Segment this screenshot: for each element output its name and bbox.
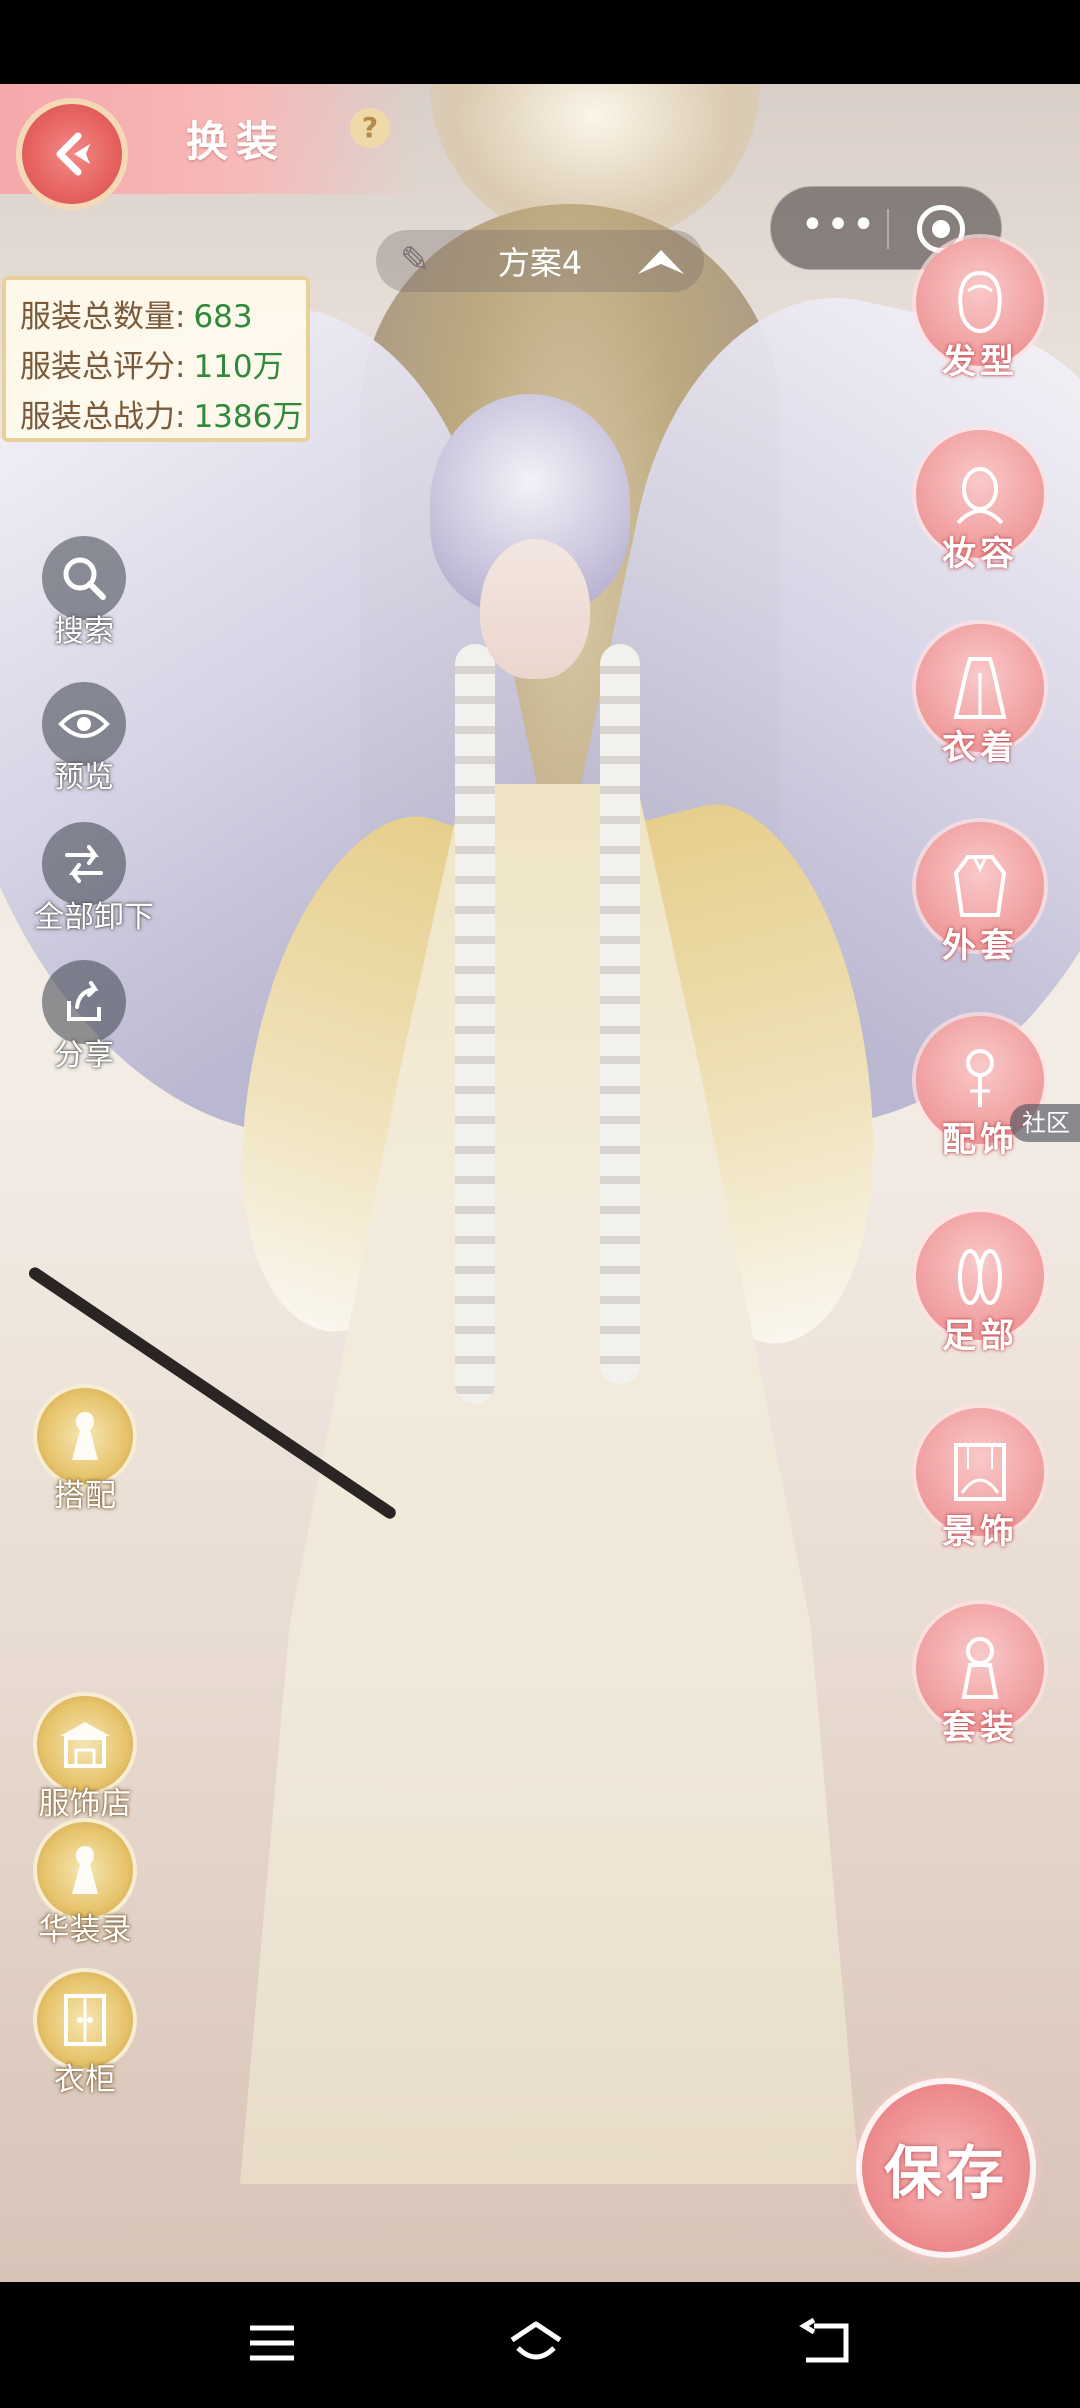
stat-label: 服装总评分: <box>20 349 186 385</box>
search-label: 搜索 <box>54 614 114 649</box>
edit-scheme-icon[interactable]: ✎ <box>390 236 440 286</box>
share-button[interactable]: 分享 <box>34 960 134 1074</box>
outfit-match-label: 搭配 <box>54 1478 116 1514</box>
scheme-label: 方案4 <box>497 244 583 282</box>
left-braid <box>455 644 495 1404</box>
character-face <box>480 539 590 679</box>
chevron-up-icon[interactable] <box>634 244 688 278</box>
back-button[interactable] <box>16 98 128 210</box>
status-bar <box>0 0 1080 84</box>
unequip-all-label: 全部卸下 <box>34 900 154 935</box>
collection-book-button[interactable]: 华装录 <box>30 1818 140 1949</box>
back-icon[interactable] <box>796 2316 856 2370</box>
stat-value: 1386万 <box>193 399 304 435</box>
stat-value: 683 <box>193 299 253 335</box>
right-braid <box>600 644 640 1384</box>
outfit-match-button[interactable]: 搭配 <box>30 1384 140 1515</box>
category-scenery[interactable]: 景饰 <box>910 1408 1050 1558</box>
stat-row-score: 服装总评分: 110万 <box>20 342 306 392</box>
preview-label: 预览 <box>54 760 114 795</box>
category-coat[interactable]: 外套 <box>910 822 1050 972</box>
preview-button[interactable]: 预览 <box>34 682 134 796</box>
menu-icon[interactable] <box>242 2316 302 2370</box>
community-button[interactable]: 社区 <box>1010 1104 1080 1142</box>
category-label: 套装 <box>942 1708 1018 1748</box>
stat-label: 服装总数量: <box>20 299 186 335</box>
shop-button[interactable]: 服饰店 <box>30 1692 140 1823</box>
category-label: 妆容 <box>942 534 1018 574</box>
save-label: 保存 <box>883 2139 1008 2207</box>
shop-label: 服饰店 <box>38 1786 132 1822</box>
category-label: 外套 <box>942 926 1018 966</box>
wardrobe-button[interactable]: 衣柜 <box>30 1968 140 2099</box>
search-button[interactable]: 搜索 <box>34 536 134 650</box>
category-accessory[interactable]: 配饰 <box>910 1016 1050 1166</box>
category-label: 景饰 <box>942 1512 1018 1552</box>
stat-value: 110万 <box>193 349 284 385</box>
page-title: 换装 <box>186 117 287 166</box>
home-icon[interactable] <box>506 2316 566 2370</box>
back-arrow-icon <box>56 132 90 176</box>
help-icon[interactable]: ? <box>350 108 390 148</box>
capsule-divider <box>887 209 889 249</box>
save-button[interactable]: 保存 <box>856 2078 1036 2258</box>
category-makeup[interactable]: 妆容 <box>910 430 1050 580</box>
outfit-stats-panel: 服装总数量: 683 服装总评分: 110万 服装总战力: 1386万 <box>2 276 310 442</box>
share-label: 分享 <box>54 1038 114 1073</box>
category-label: 发型 <box>942 342 1018 382</box>
collection-book-label: 华装录 <box>38 1912 132 1948</box>
category-shoes[interactable]: 足部 <box>910 1212 1050 1362</box>
wardrobe-label: 衣柜 <box>54 2062 116 2098</box>
category-suit[interactable]: 套装 <box>910 1604 1050 1754</box>
category-hairstyle[interactable]: 发型 <box>910 238 1050 388</box>
category-label: 衣着 <box>942 728 1018 768</box>
stat-label: 服装总战力: <box>20 399 186 435</box>
unequip-all-button[interactable]: 全部卸下 <box>34 822 154 936</box>
more-menu-icon[interactable]: ••• <box>797 205 881 251</box>
stat-row-count: 服装总数量: 683 <box>20 292 306 342</box>
category-clothing[interactable]: 衣着 <box>910 624 1050 774</box>
stat-row-power: 服装总战力: 1386万 <box>20 392 306 442</box>
category-label: 足部 <box>942 1316 1018 1356</box>
